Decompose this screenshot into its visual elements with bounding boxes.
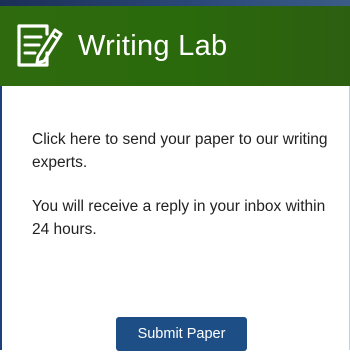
card-border-left — [0, 80, 2, 350]
submit-paper-button[interactable]: Submit Paper — [116, 317, 247, 351]
edit-document-icon — [14, 21, 68, 71]
widget-content: Click here to send your paper to our wri… — [32, 128, 332, 262]
reply-time-text: You will receive a reply in your inbox w… — [32, 198, 326, 238]
widget-header: Writing Lab — [0, 6, 350, 86]
widget-title: Writing Lab — [78, 29, 228, 62]
instruction-text: Click here to send your paper to our wri… — [32, 131, 328, 171]
writing-lab-widget: Writing Lab Click here to send your pape… — [0, 0, 350, 356]
